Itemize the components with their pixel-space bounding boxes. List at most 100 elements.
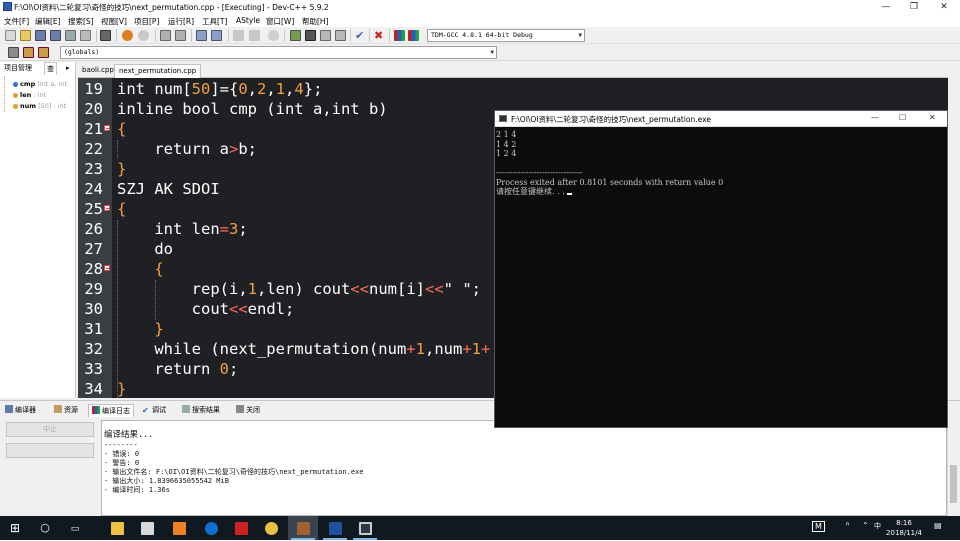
profile-analysis-icon[interactable]: [408, 30, 419, 41]
taskbar-edge[interactable]: [196, 516, 226, 540]
close-all-icon[interactable]: [80, 30, 91, 41]
line-number: 29: [84, 280, 103, 298]
tab-compile-log[interactable]: 编译日志: [88, 404, 134, 417]
find-icon[interactable]: [160, 30, 171, 41]
menu-file[interactable]: 文件[F]: [4, 16, 29, 27]
class-item-cmp[interactable]: cmp (int a, int: [20, 80, 67, 88]
compile-icon[interactable]: [290, 30, 301, 41]
title-bar: F:\OI\OI资料\二轮复习\奇怪的技巧\next_permutation.c…: [0, 0, 960, 14]
tab-close[interactable]: 关闭: [236, 404, 260, 417]
tab-resources[interactable]: 资源: [54, 404, 78, 417]
class-item-len[interactable]: len : int: [20, 91, 46, 99]
stop-execution-icon[interactable]: ✖: [374, 30, 385, 41]
devcpp-app-icon: [3, 2, 12, 11]
bookmark-icon[interactable]: [211, 30, 222, 41]
project-remove-icon[interactable]: [38, 47, 49, 58]
console-close-button[interactable]: ✕: [929, 113, 936, 122]
goto-line-icon[interactable]: [196, 30, 207, 41]
chevron-up-icon[interactable]: ⌃: [862, 521, 869, 530]
console-maximize-button[interactable]: ☐: [899, 113, 906, 122]
tab-baoli-cpp[interactable]: baoli.cpp: [78, 64, 118, 78]
start-button[interactable]: ⊞: [0, 516, 30, 540]
rebuild-icon[interactable]: [335, 30, 346, 41]
menu-astyle[interactable]: AStyle: [236, 16, 260, 25]
taskbar-console[interactable]: [350, 516, 380, 540]
people-icon[interactable]: ᴿ: [846, 521, 850, 530]
profile-chart-icon[interactable]: [394, 30, 405, 41]
compile-run-icon[interactable]: [320, 30, 331, 41]
unindent-icon[interactable]: [233, 30, 244, 41]
run-icon[interactable]: [305, 30, 316, 41]
print-icon[interactable]: [100, 30, 111, 41]
taskbar-explorer[interactable]: [102, 516, 132, 540]
code-line-24: SZJ AK SDOI: [117, 180, 220, 198]
console-minimize-button[interactable]: —: [871, 113, 879, 122]
menu-project[interactable]: 项目[P]: [134, 16, 159, 27]
class-item-num[interactable]: num [50] : int: [20, 102, 66, 110]
line-number: 24: [84, 180, 103, 198]
devcpp-window: F:\OI\OI资料\二轮复习\奇怪的技巧\next_permutation.c…: [0, 0, 960, 516]
tab-project[interactable]: 项目管理: [4, 62, 32, 75]
line-number: 30: [84, 300, 103, 318]
open-file-icon[interactable]: [20, 30, 31, 41]
fold-marker-icon[interactable]: [104, 265, 110, 271]
tab-compiler[interactable]: 编译器: [5, 404, 36, 417]
new-file-icon[interactable]: [5, 30, 16, 41]
undo-icon[interactable]: [122, 30, 133, 41]
menu-view[interactable]: 视图[V]: [101, 16, 127, 27]
project-new-icon[interactable]: [8, 47, 19, 58]
console-window[interactable]: F:\OI\OI资料\二轮复习\奇怪的技巧\next_permutation.e…: [494, 110, 948, 428]
search-results-icon: [182, 405, 190, 413]
check-syntax-icon[interactable]: ✔: [355, 30, 366, 41]
code-line-32: while (next_permutation(num+1,num+1+: [117, 340, 491, 358]
log-scrollbar[interactable]: [947, 420, 958, 516]
scope-select-value: (globals): [64, 48, 100, 56]
taskbar-app[interactable]: [256, 516, 286, 540]
close-button[interactable]: ✕: [930, 0, 958, 14]
indent-icon[interactable]: [249, 30, 260, 41]
menu-tools[interactable]: 工具[T]: [202, 16, 227, 27]
save-icon[interactable]: [35, 30, 46, 41]
fold-marker-icon[interactable]: [104, 125, 110, 131]
code-line-19: int num[50]={0,2,1,4};: [117, 80, 323, 98]
taskbar-devcpp-2[interactable]: [320, 516, 350, 540]
toggle-comment-icon[interactable]: [268, 30, 279, 41]
menu-window[interactable]: 窗口[W]: [266, 16, 294, 27]
menu-search[interactable]: 搜索[S]: [68, 16, 94, 27]
abort-compile-button[interactable]: 中止: [6, 422, 94, 437]
minimize-button[interactable]: —: [872, 0, 900, 14]
taskbar-sublime[interactable]: [164, 516, 194, 540]
fold-marker-icon[interactable]: [104, 205, 110, 211]
notification-icon[interactable]: ▤: [934, 521, 942, 530]
search-button[interactable]: ○: [30, 516, 60, 540]
redo-icon[interactable]: [138, 30, 149, 41]
tab-scroll-right-icon[interactable]: ▸: [66, 62, 70, 75]
maximize-button[interactable]: ❐: [900, 0, 928, 14]
taskbar-devcpp[interactable]: [288, 516, 318, 540]
scrollbar-thumb[interactable]: [950, 465, 957, 503]
scope-select[interactable]: (globals) ▼: [60, 46, 497, 59]
line-number: 20: [84, 100, 103, 118]
save-all-icon[interactable]: [50, 30, 61, 41]
taskbar-acrobat[interactable]: [226, 516, 256, 540]
console-cursor: [567, 193, 573, 195]
tab-classes[interactable]: 查: [44, 62, 57, 75]
tab-debug[interactable]: ✔ 调试: [142, 404, 166, 417]
replace-icon[interactable]: [175, 30, 186, 41]
compiler-select[interactable]: TDM-GCC 4.8.1 64-bit Debug ▼: [427, 29, 585, 42]
ime-indicator[interactable]: M: [812, 521, 825, 532]
clock[interactable]: 8:16 2018/11/4: [880, 518, 928, 538]
menu-run[interactable]: 运行[R]: [168, 16, 194, 27]
tab-next-permutation-cpp[interactable]: next_permutation.cpp: [114, 64, 202, 78]
sublime-icon: [172, 521, 186, 535]
menu-help[interactable]: 帮助[H]: [302, 16, 329, 27]
taskbar-store[interactable]: [132, 516, 162, 540]
menu-edit[interactable]: 编辑[E]: [35, 16, 61, 27]
close-file-icon[interactable]: [65, 30, 76, 41]
task-view-button[interactable]: ▭: [60, 516, 90, 540]
tab-search-results[interactable]: 搜索结果: [182, 404, 220, 417]
blank-disabled-button[interactable]: [6, 443, 94, 458]
console-title: F:\OI\OI资料\二轮复习\奇怪的技巧\next_permutation.e…: [511, 115, 711, 124]
project-add-icon[interactable]: [23, 47, 34, 58]
windows-logo-icon: ⊞: [9, 521, 21, 535]
